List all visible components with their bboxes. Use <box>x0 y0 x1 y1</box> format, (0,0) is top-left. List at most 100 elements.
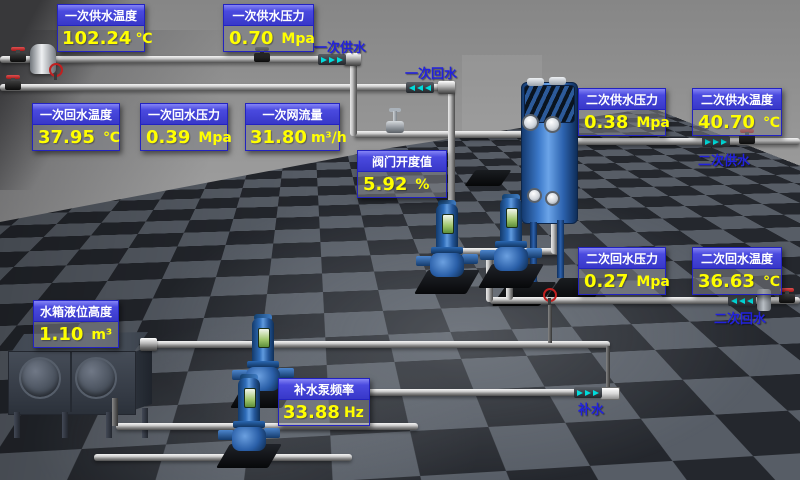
meter-title: 二次回水温度 <box>693 248 781 269</box>
pipe-riser-primary-return <box>448 90 455 214</box>
pipe-tank-drop <box>112 398 118 426</box>
tank-panel-divider <box>70 352 72 412</box>
pipe-tag-secondary-supply: 二次供水 <box>698 150 750 169</box>
meter-unit: m³ <box>91 327 112 343</box>
tank-manhole-cover <box>19 357 61 399</box>
meter-unit: m³/h <box>311 130 347 146</box>
meter-value: 33.88 <box>283 402 340 423</box>
pipe-tag-secondary-return: 二次回水 <box>714 308 766 327</box>
exchanger-port <box>544 116 561 133</box>
control-valve-icon <box>386 108 404 134</box>
meter-value: 0.39 <box>146 127 190 148</box>
meter-secondary-return-pressure: 二次回水压力 0.27 Mpa <box>578 247 666 295</box>
tank-side-face <box>134 346 152 410</box>
meter-value: 0.70 <box>229 28 273 49</box>
meter-primary-return-pressure: 一次回水压力 0.39 Mpa <box>140 103 228 151</box>
exchanger-port <box>545 191 560 206</box>
meter-title: 阀门开度值 <box>358 151 446 172</box>
meter-title: 一次回水压力 <box>141 104 227 125</box>
tank-leg <box>62 412 68 438</box>
flow-arrows-left-icon <box>406 82 434 93</box>
pipe-flange <box>438 81 455 94</box>
meter-value: 0.27 <box>584 271 628 292</box>
flow-arrows-left-icon <box>728 295 756 306</box>
meter-title: 一次供水压力 <box>224 5 313 26</box>
pump-volute <box>232 427 266 451</box>
pump-indicator-window <box>244 388 256 408</box>
meter-value: 1.10 <box>39 324 83 345</box>
meter-value: 40.70 <box>698 112 755 133</box>
exchanger-port <box>522 114 539 131</box>
meter-unit: % <box>415 177 429 193</box>
meter-value: 36.63 <box>698 271 755 292</box>
meter-secondary-supply-temp: 二次供水温度 40.70 ℃ <box>692 88 782 136</box>
pipe-secondary-supply <box>566 138 800 145</box>
meter-title: 二次供水压力 <box>579 89 665 110</box>
pipe-riser-primary-supply <box>350 60 357 136</box>
pump-indicator-window <box>506 208 518 228</box>
pump-indicator-window <box>258 328 270 348</box>
meter-unit: ℃ <box>763 274 780 290</box>
hmi-heat-exchange-station-screen: 一次供水 一次回水 二次供水 二次回水 补水 一次供水温度 102.24℃ 一次… <box>0 0 800 480</box>
meter-valve-opening: 阀门开度值 5.92% <box>357 150 447 198</box>
flow-arrows-right-icon <box>702 136 730 147</box>
meter-value: 37.95 <box>38 127 95 148</box>
pipe-flange <box>140 338 157 351</box>
meter-title: 二次供水温度 <box>693 89 781 110</box>
pump-indicator-window <box>442 214 454 234</box>
meter-unit: Mpa <box>636 274 669 290</box>
pipe-tag-primary-supply: 一次供水 <box>314 37 366 56</box>
pump-discharge-nozzle <box>526 248 542 258</box>
exchanger-port <box>527 188 542 203</box>
meter-secondary-supply-pressure: 二次供水压力 0.38 Mpa <box>578 88 666 136</box>
meter-unit: ℃ <box>763 115 780 131</box>
meter-value: 0.38 <box>584 112 628 133</box>
meter-primary-supply-temp: 一次供水温度 102.24℃ <box>57 4 145 52</box>
meter-title: 水箱液位高度 <box>34 301 118 322</box>
meter-title: 二次回水压力 <box>579 248 665 269</box>
meter-title: 一次网流量 <box>246 104 339 125</box>
meter-makeup-pump-freq: 补水泵频率 33.88Hz <box>278 378 370 426</box>
flow-arrows-right-icon <box>574 387 602 398</box>
valve-icon <box>5 75 21 90</box>
meter-unit: Mpa <box>198 130 231 146</box>
pump-volute <box>494 247 528 271</box>
meter-primary-flow: 一次网流量 31.80m³/h <box>245 103 340 151</box>
valve-icon <box>10 47 26 62</box>
meter-value: 5.92 <box>363 174 407 195</box>
meter-primary-supply-pressure: 一次供水压力 0.70 Mpa <box>223 4 314 52</box>
heat-exchanger-cap <box>527 78 544 86</box>
meter-title: 一次回水温度 <box>33 104 119 125</box>
meter-unit: Hz <box>344 405 364 421</box>
makeup-pump-2 <box>219 378 279 470</box>
meter-secondary-return-temp: 二次回水温度 36.63 ℃ <box>692 247 782 295</box>
pump-discharge-nozzle <box>278 368 294 378</box>
meter-unit: Mpa <box>281 31 314 47</box>
meter-tank-level: 水箱液位高度 1.10 m³ <box>33 300 119 348</box>
red-handwheel-valve-icon <box>49 63 61 80</box>
tank-manhole-cover <box>75 357 117 399</box>
circulation-pump-1 <box>417 204 477 296</box>
pipe-tag-makeup: 补水 <box>578 399 604 418</box>
meter-title: 补水泵频率 <box>279 379 369 400</box>
tank-leg <box>14 412 20 438</box>
pipe-primary-return <box>0 84 446 91</box>
pump-discharge-nozzle <box>264 428 280 438</box>
circulation-pump-2 <box>481 198 541 290</box>
pump-volute <box>430 253 464 277</box>
heat-exchanger-cap <box>549 77 566 85</box>
meter-unit: ℃ <box>135 31 152 47</box>
meter-value: 102.24 <box>62 28 131 49</box>
meter-value: 31.80 <box>250 127 307 148</box>
pipe-makeup-riser <box>606 346 610 392</box>
pipe-tank-outlet <box>146 341 610 348</box>
meter-unit: Mpa <box>636 115 669 131</box>
pipe-tag-primary-return: 一次回水 <box>405 63 457 82</box>
heat-exchanger-leg <box>557 220 564 278</box>
meter-unit: ℃ <box>103 130 120 146</box>
meter-primary-return-temp: 一次回水温度 37.95 ℃ <box>32 103 120 151</box>
red-handwheel-valve-icon <box>543 288 555 305</box>
pump-discharge-nozzle <box>462 254 478 264</box>
pipe-valve-stem-line <box>548 305 552 343</box>
meter-title: 一次供水温度 <box>58 5 144 26</box>
